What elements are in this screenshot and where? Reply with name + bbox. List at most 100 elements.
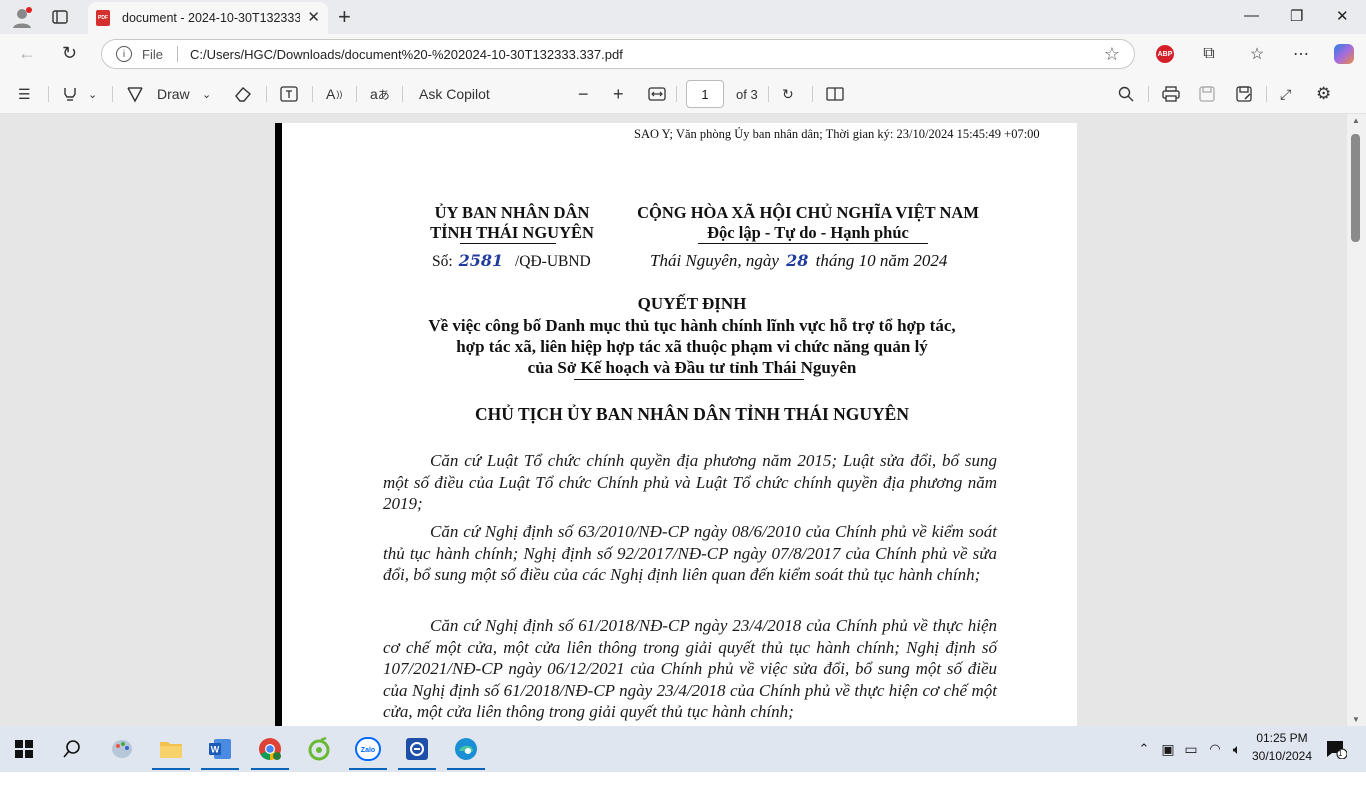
draw-icon[interactable] <box>126 84 144 104</box>
scroll-up-icon[interactable]: ▲ <box>1352 116 1360 125</box>
document-date: Thái Nguyên, ngày 28 tháng 10 năm 2024 <box>650 251 947 271</box>
chrome-active-indicator <box>251 768 289 770</box>
windows-start-icon[interactable] <box>10 735 38 763</box>
decision-subject-3: của Sở Kế hoạch và Đầu tư tỉnh Thái Nguy… <box>527 358 857 377</box>
legal-basis-paragraph-1: Căn cứ Luật Tổ chức chính quyền địa phươ… <box>383 451 997 513</box>
legal-basis-paragraph-2: Căn cứ Nghị định số 63/2010/NĐ-CP ngày 0… <box>383 522 997 584</box>
paint-app-icon[interactable] <box>108 735 136 763</box>
draw-dropdown-icon[interactable]: ⌄ <box>202 84 211 104</box>
search-icon[interactable] <box>1118 84 1134 104</box>
adblock-icon[interactable]: ABP <box>1156 45 1174 63</box>
address-bar[interactable]: i File C:/Users/HGC/Downloads/document%2… <box>101 39 1135 69</box>
decision-subject-1: Về việc công bố Danh mục thủ tục hành ch… <box>428 316 956 335</box>
url-text[interactable]: C:/Users/HGC/Downloads/document%20-%2020… <box>190 47 623 62</box>
clock[interactable]: 01:25 PM 30/10/2024 <box>1250 731 1314 763</box>
highlight-dropdown-icon[interactable]: ⌄ <box>88 84 97 104</box>
number-suffix: /QĐ-UBND <box>514 253 591 270</box>
file-explorer-icon[interactable] <box>157 735 185 763</box>
print-icon[interactable] <box>1162 84 1180 104</box>
new-tab-icon[interactable]: + <box>338 4 351 30</box>
scrollbar-thumb[interactable] <box>1351 134 1360 242</box>
chrome-icon[interactable] <box>256 735 284 763</box>
pdf-toolbar: ☰ ⌄ Draw ⌄ A)) aあ Ask Copilot − + ↻ ⤢ ⚙ <box>0 74 1366 114</box>
zoom-out-icon[interactable]: − <box>578 84 589 104</box>
tab-actions-icon[interactable] <box>48 5 72 29</box>
rotate-icon[interactable]: ↻ <box>782 84 794 104</box>
browser-titlebar: PDF document - 2024-10-30T132333.3 ✕ + —… <box>0 0 1366 34</box>
scroll-down-icon[interactable]: ▼ <box>1352 715 1360 724</box>
address-bar-row: ← ↻ i File C:/Users/HGC/Downloads/docume… <box>0 34 1366 74</box>
word-icon[interactable]: W <box>206 735 234 763</box>
pdf-icon: PDF <box>96 10 110 26</box>
date-suffix: tháng 10 năm 2024 <box>815 251 948 270</box>
fullscreen-icon[interactable]: ⤢ <box>1280 84 1291 104</box>
windows-taskbar: W Zalo ⌃ ▣ ▭ ◠ 🔈︎ 01:25 PM 30/10/2024 1 <box>0 726 1366 772</box>
text-icon[interactable] <box>280 84 298 104</box>
edge-active-indicator <box>447 768 485 770</box>
coccoc-icon[interactable] <box>305 735 333 763</box>
pdf-page: SAO Y; Văn phòng Ủy ban nhân dân; Thời g… <box>275 123 1077 726</box>
pdf-viewer[interactable]: SAO Y; Văn phòng Ủy ban nhân dân; Thời g… <box>0 114 1366 726</box>
draw-label[interactable]: Draw <box>157 84 190 104</box>
highlight-icon[interactable] <box>62 84 78 104</box>
bottom-strip <box>0 772 1366 786</box>
ultraviewer-icon[interactable] <box>403 735 431 763</box>
clock-date: 30/10/2024 <box>1251 749 1313 763</box>
right-header-1: CỘNG HÒA XÃ HỘI CHỦ NGHĨA VIỆT NAM <box>637 203 979 222</box>
left-header-1: ỦY BAN NHÂN DÂN <box>434 203 590 222</box>
zalo-icon[interactable]: Zalo <box>354 735 382 763</box>
contents-icon[interactable]: ☰ <box>18 84 31 104</box>
translate-icon[interactable]: aあ <box>370 84 390 104</box>
number-prefix: Số: <box>432 253 453 270</box>
fit-page-icon[interactable] <box>648 84 666 104</box>
explorer-active-indicator <box>152 768 190 770</box>
window-close-icon[interactable]: ✕ <box>1336 7 1349 25</box>
issuing-authority: CHỦ TỊCH ỦY BAN NHÂN DÂN TỈNH THÁI NGUYÊ… <box>475 404 909 424</box>
digital-signature-line: SAO Y; Văn phòng Ủy ban nhân dân; Thời g… <box>634 127 1040 141</box>
favorites-icon[interactable]: ☆ <box>1246 43 1268 65</box>
decision-title: QUYẾT ĐỊNH <box>637 294 747 313</box>
read-aloud-icon[interactable]: A)) <box>326 84 342 104</box>
minimize-icon[interactable]: — <box>1244 7 1259 24</box>
close-icon[interactable]: ✕ <box>307 8 320 26</box>
address-prefix: File <box>142 46 163 62</box>
svg-text:W: W <box>211 745 220 755</box>
word-active-indicator <box>201 768 239 770</box>
tab-title: document - 2024-10-30T132333.3 <box>122 11 300 25</box>
refresh-icon[interactable]: ↻ <box>62 43 77 64</box>
ask-copilot-button[interactable]: Ask Copilot <box>419 84 490 104</box>
page-view-icon[interactable] <box>826 84 844 104</box>
page-number-input[interactable]: 1 <box>686 80 724 108</box>
notification-icon[interactable]: 1 <box>1322 735 1350 763</box>
info-icon[interactable]: i <box>116 46 132 62</box>
address-separator <box>176 46 178 62</box>
save-icon[interactable] <box>1199 84 1215 104</box>
vertical-scrollbar[interactable]: ▲ ▼ <box>1347 114 1366 726</box>
settings-icon[interactable]: ⚙ <box>1316 84 1331 104</box>
zalo-active-indicator <box>349 768 387 770</box>
date-prefix: Thái Nguyên, ngày <box>650 251 779 270</box>
save-as-icon[interactable] <box>1236 84 1252 104</box>
right-header-2: Độc lập - Tự do - Hạnh phúc <box>707 223 909 242</box>
page-total-label: of 3 <box>736 86 758 102</box>
legal-basis-paragraph-3: Căn cứ Nghị định số 61/2018/NĐ-CP ngày 2… <box>383 616 997 721</box>
clock-time: 01:25 PM <box>1256 731 1308 745</box>
subject-underline <box>574 379 804 380</box>
notification-count: 1 <box>1338 749 1343 758</box>
eraser-icon[interactable] <box>234 84 252 104</box>
back-icon[interactable]: ← <box>18 43 36 64</box>
zoom-in-icon[interactable]: + <box>613 84 624 104</box>
favorite-star-icon[interactable]: ☆ <box>1104 44 1120 65</box>
extensions-icon[interactable]: ⧉ <box>1198 43 1220 65</box>
svg-text:Zalo: Zalo <box>361 747 375 754</box>
document-number: Số: 2581 /QĐ-UBND <box>432 251 591 271</box>
copilot-icon[interactable] <box>1334 44 1354 64</box>
restore-icon[interactable]: ❐ <box>1290 7 1303 25</box>
profile-icon[interactable] <box>10 5 34 29</box>
ultraviewer-active-indicator <box>398 768 436 770</box>
volume-icon[interactable]: 🔈︎ <box>1223 735 1251 763</box>
more-icon[interactable]: ⋯ <box>1290 43 1312 65</box>
edge-icon[interactable] <box>452 735 480 763</box>
taskbar-search-icon[interactable] <box>58 735 86 763</box>
active-tab[interactable]: PDF document - 2024-10-30T132333.3 ✕ <box>88 2 328 34</box>
